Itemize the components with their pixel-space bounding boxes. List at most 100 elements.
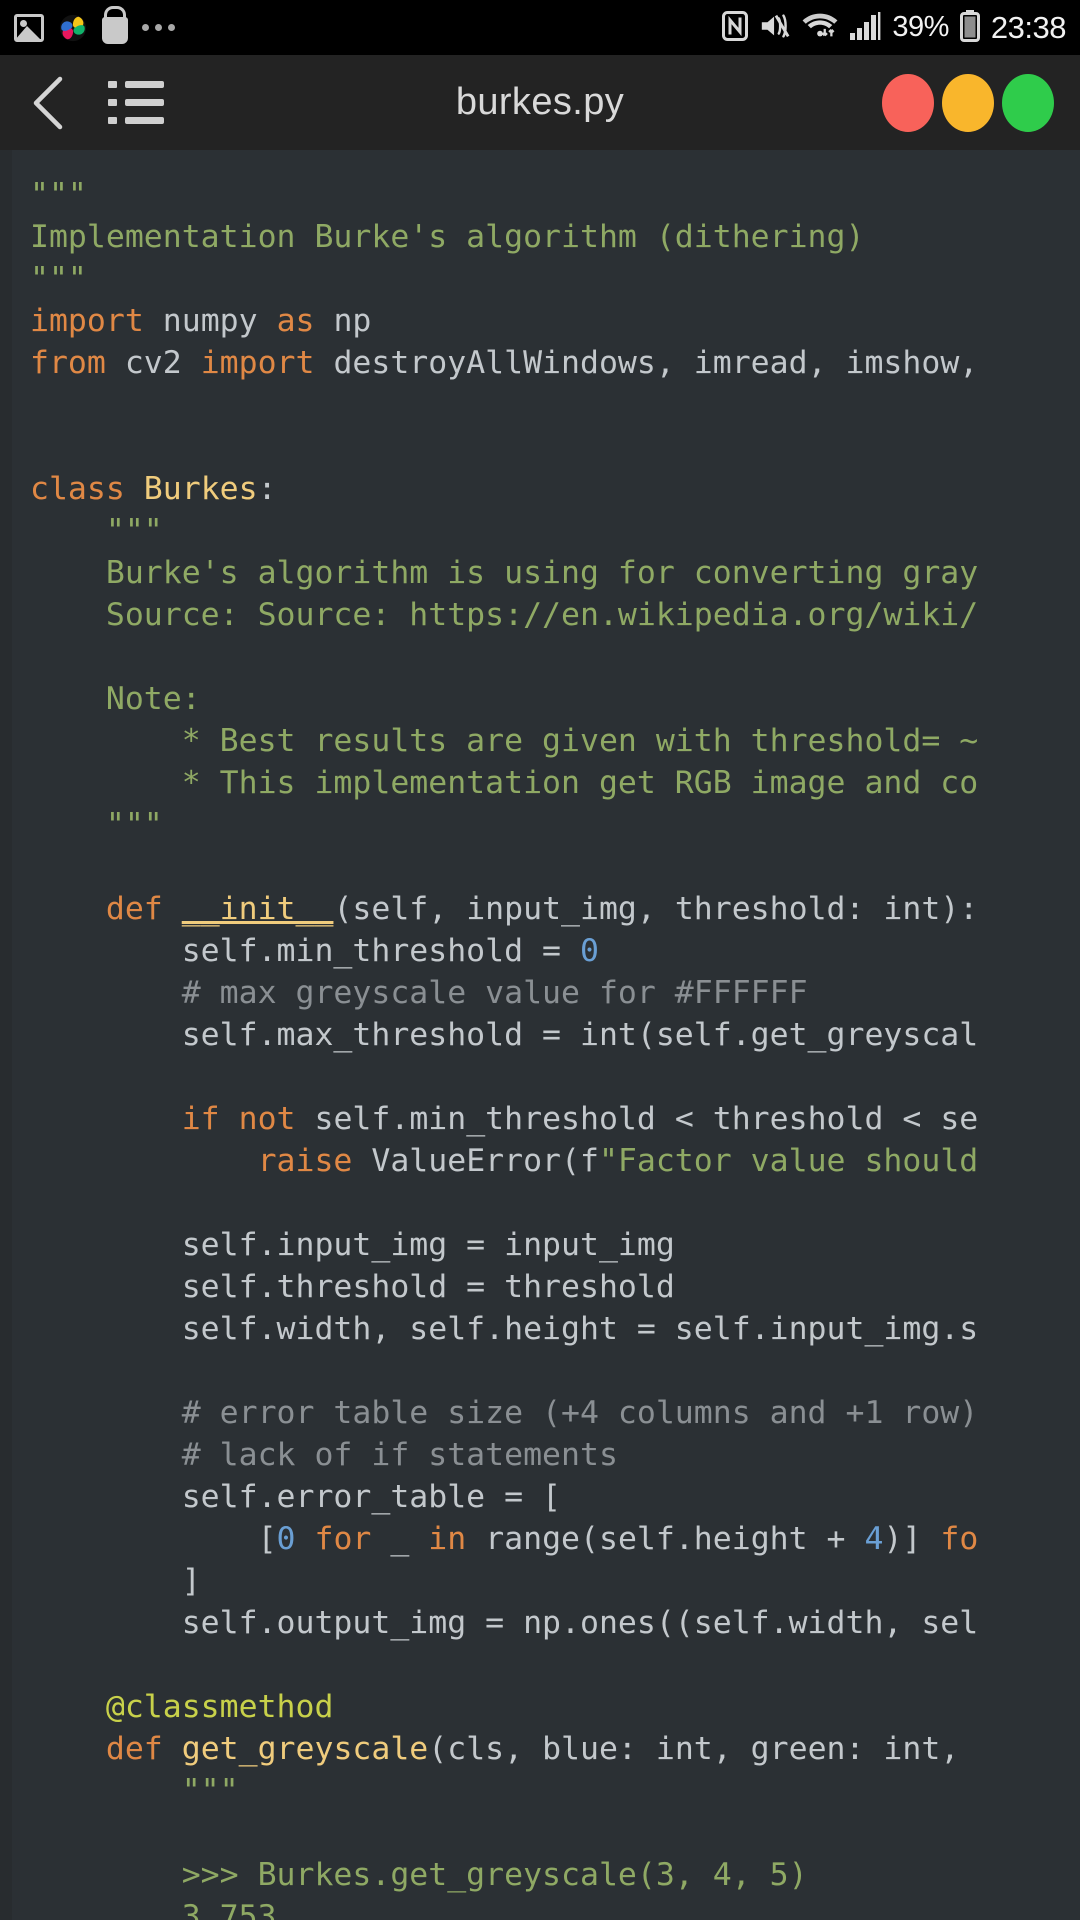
list-menu-icon[interactable] — [108, 81, 164, 124]
code-token: # max greyscale value for #FFFFFF — [30, 975, 808, 1011]
shopping-bag-icon — [102, 16, 128, 44]
minimize-button[interactable] — [942, 73, 994, 132]
code-line: self.min_threshold = 0 — [0, 930, 1080, 972]
code-line: """ — [0, 174, 1080, 216]
code-token: @classmethod — [105, 1689, 334, 1725]
code-token: """ — [30, 513, 163, 549]
code-token: Implementation Burke's algorithm (dither… — [30, 219, 865, 255]
code-line: @classmethod — [0, 1686, 1080, 1728]
code-token: (self, input_img, threshold: int): — [333, 891, 979, 927]
code-token: get_greyscale — [181, 1731, 429, 1767]
code-line: self.max_threshold = int(self.get_greysc… — [0, 1014, 1080, 1056]
code-line: Note: — [0, 678, 1080, 720]
code-line: * Best results are given with threshold=… — [0, 720, 1080, 762]
code-line: self.threshold = threshold — [0, 1266, 1080, 1308]
status-bar-notifications — [14, 12, 175, 44]
status-bar-system: 39% 23:38 — [722, 9, 1067, 46]
code-token: not — [238, 1101, 296, 1137]
code-token: class — [30, 471, 125, 507]
code-text[interactable]: """ Implementation Burke's algorithm (dit… — [0, 150, 1080, 1920]
code-token: destroyAllWindows, imread, imshow, — [314, 345, 979, 381]
code-token: [ — [30, 1521, 277, 1557]
code-token: cv2 — [105, 345, 201, 381]
code-token: 3.753 — [30, 1899, 277, 1920]
code-token: : — [257, 471, 277, 507]
code-line: 3.753 — [0, 1896, 1080, 1920]
code-line: # max greyscale value for #FFFFFF — [0, 972, 1080, 1014]
code-line: self.error_table = [ — [0, 1476, 1080, 1518]
code-line: from cv2 import destroyAllWindows, imrea… — [0, 342, 1080, 384]
code-line: """ — [0, 1770, 1080, 1812]
code-token: self.input_img = input_img — [30, 1227, 675, 1263]
code-line: Source: Source: https://en.wikipedia.org… — [0, 594, 1080, 636]
code-token: Source: Source: https://en.wikipedia.org… — [30, 597, 979, 633]
wifi-icon — [802, 11, 838, 45]
battery-icon — [959, 9, 980, 46]
code-token: fo — [940, 1521, 979, 1557]
code-token: if — [181, 1101, 220, 1137]
code-editor[interactable]: """ Implementation Burke's algorithm (dit… — [0, 150, 1080, 1920]
code-token: __init__ — [181, 891, 334, 927]
code-token: (cls, blue: int, green: int, — [428, 1731, 960, 1767]
code-line: [0 for _ in range(self.height + 4)] fo — [0, 1518, 1080, 1560]
vibrate-mute-icon — [759, 11, 791, 45]
clock-label: 23:38 — [990, 9, 1067, 45]
code-token: raise — [257, 1143, 353, 1179]
code-token: import — [200, 345, 315, 381]
code-line: def __init__(self, input_img, threshold:… — [0, 888, 1080, 930]
color-app-icon — [58, 13, 88, 43]
app-toolbar: burkes.py — [0, 55, 1080, 150]
close-button[interactable] — [882, 73, 934, 132]
code-line: """ — [0, 804, 1080, 846]
code-token: import — [30, 303, 144, 339]
code-token: Burke's algorithm is using for convertin… — [30, 555, 979, 591]
code-token: "Factor value should — [598, 1143, 979, 1179]
code-token: in — [428, 1521, 467, 1557]
code-token: self.output_img = np.ones((self.width, s… — [30, 1605, 979, 1641]
code-token: self.min_threshold = — [30, 933, 580, 969]
code-line: self.output_img = np.ones((self.width, s… — [0, 1602, 1080, 1644]
code-line: >>> Burkes.get_greyscale(3, 4, 5) — [0, 1854, 1080, 1896]
code-token: )] — [883, 1521, 941, 1557]
code-token: """ — [30, 1773, 239, 1809]
code-line: if not self.min_threshold < threshold < … — [0, 1098, 1080, 1140]
code-token: range(self.height + — [466, 1521, 865, 1557]
code-token: self.width, self.height = self.input_img… — [30, 1311, 979, 1347]
code-token: # lack of if statements — [30, 1437, 618, 1473]
code-line: # error table size (+4 columns and +1 ro… — [0, 1392, 1080, 1434]
code-token: """ — [30, 261, 87, 297]
code-token: * This implementation get RGB image and … — [30, 765, 979, 801]
code-token: # error table size (+4 columns and +1 ro… — [30, 1395, 979, 1431]
code-token: self.threshold = threshold — [30, 1269, 675, 1305]
code-line: """ — [0, 510, 1080, 552]
window-buttons — [882, 73, 1054, 132]
code-token: 0 — [276, 1521, 296, 1557]
code-token: np — [314, 303, 372, 339]
code-line: import numpy as np — [0, 300, 1080, 342]
signal-bars-icon — [849, 11, 881, 45]
maximize-button[interactable] — [1002, 73, 1054, 132]
code-line: """ — [0, 258, 1080, 300]
code-token: from — [30, 345, 106, 381]
status-bar[interactable]: 39% 23:38 — [0, 0, 1080, 55]
code-line: class Burkes: — [0, 468, 1080, 510]
chevron-left-icon[interactable] — [26, 74, 74, 132]
code-line: def get_greyscale(cls, blue: int, green:… — [0, 1728, 1080, 1770]
code-token: as — [276, 303, 315, 339]
code-token: """ — [30, 807, 163, 843]
code-line: Implementation Burke's algorithm (dither… — [0, 216, 1080, 258]
code-line: self.width, self.height = self.input_img… — [0, 1308, 1080, 1350]
